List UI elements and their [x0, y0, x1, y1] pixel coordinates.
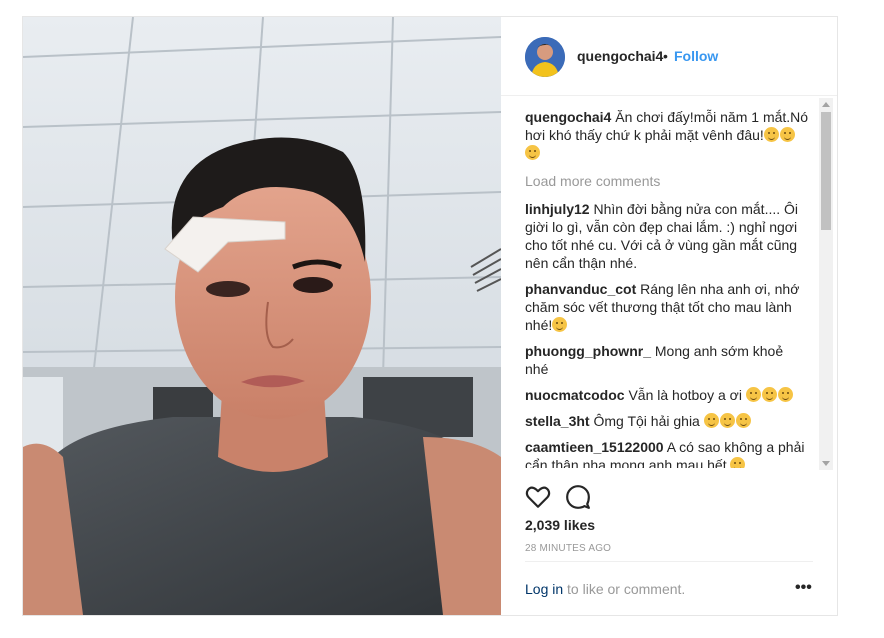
scroll-up-arrow-icon[interactable] [822, 102, 830, 107]
caption: quengochai4 Ăn chơi đấy!mỗi năm 1 mắt.Nó… [525, 108, 809, 162]
avatar[interactable] [525, 37, 565, 77]
heart-icon[interactable] [525, 484, 551, 510]
login-prompt-text: to like or comment. [563, 581, 686, 597]
emoji-icon [552, 317, 568, 332]
post-header: quengochai4 • Follow [501, 17, 837, 96]
emoji-icon [703, 413, 719, 428]
action-bar [525, 484, 615, 510]
avatar-image [525, 37, 565, 77]
comment: linhjuly12 Nhìn đời bằng nửa con mắt....… [525, 200, 809, 272]
comment: caamtieen_15122000 A có sao không a phải… [525, 438, 809, 468]
comment: nuocmatcodoc Vẫn là hotboy a ơi [525, 386, 809, 404]
caption-username[interactable]: quengochai4 [525, 109, 611, 125]
emoji-icon [745, 387, 761, 402]
scroll-down-arrow-icon[interactable] [822, 461, 830, 466]
emoji-icon [763, 127, 779, 142]
emoji-icon [777, 387, 793, 402]
header-separator: • [663, 48, 668, 64]
comment-username[interactable]: nuocmatcodoc [525, 387, 625, 403]
emoji-icon [525, 145, 540, 160]
comment-text: Vẫn là hotboy a ơi [628, 387, 742, 403]
comment-username[interactable]: phanvanduc_cot [525, 281, 636, 297]
post-photo[interactable] [23, 17, 501, 615]
follow-button[interactable]: Follow [674, 48, 718, 64]
emoji-icon [779, 127, 795, 142]
comment-username[interactable]: caamtieen_15122000 [525, 439, 664, 455]
header-username[interactable]: quengochai4 [577, 48, 663, 64]
comment: stella_3ht Ômg Tội hải ghia [525, 412, 809, 430]
comment-username[interactable]: linhjuly12 [525, 201, 590, 217]
post-card: quengochai4 • Follow quengochai4 Ăn chơi… [22, 16, 838, 616]
selfie-image [23, 17, 501, 615]
comments-scrollbar[interactable] [819, 98, 833, 470]
comment-icon[interactable] [565, 484, 591, 510]
scrollbar-thumb[interactable] [821, 112, 831, 230]
emoji-icon [730, 457, 746, 468]
comment-text: Ômg Tội hải ghia [593, 413, 700, 429]
load-more-comments[interactable]: Load more comments [525, 172, 809, 190]
login-prompt: Log in to like or comment. [525, 581, 685, 597]
more-options-icon[interactable]: ••• [795, 580, 812, 596]
comment-username[interactable]: stella_3ht [525, 413, 590, 429]
post-timestamp[interactable]: 28 MINUTES AGO [525, 543, 611, 554]
divider [525, 561, 813, 562]
emoji-icon [761, 387, 777, 402]
emoji-icon [735, 413, 751, 428]
comment: phuongg_phownr_ Mong anh sớm khoẻ nhé [525, 342, 809, 378]
emoji-icon [719, 413, 735, 428]
comment: phanvanduc_cot Ráng lên nha anh ơi, nhớ … [525, 280, 809, 334]
comments-list[interactable]: quengochai4 Ăn chơi đấy!mỗi năm 1 mắt.Nó… [525, 108, 809, 468]
comment-username[interactable]: phuongg_phownr_ [525, 343, 651, 359]
login-link[interactable]: Log in [525, 581, 563, 597]
likes-count[interactable]: 2,039 likes [525, 517, 595, 533]
post-sidebar: quengochai4 • Follow quengochai4 Ăn chơi… [501, 17, 837, 615]
